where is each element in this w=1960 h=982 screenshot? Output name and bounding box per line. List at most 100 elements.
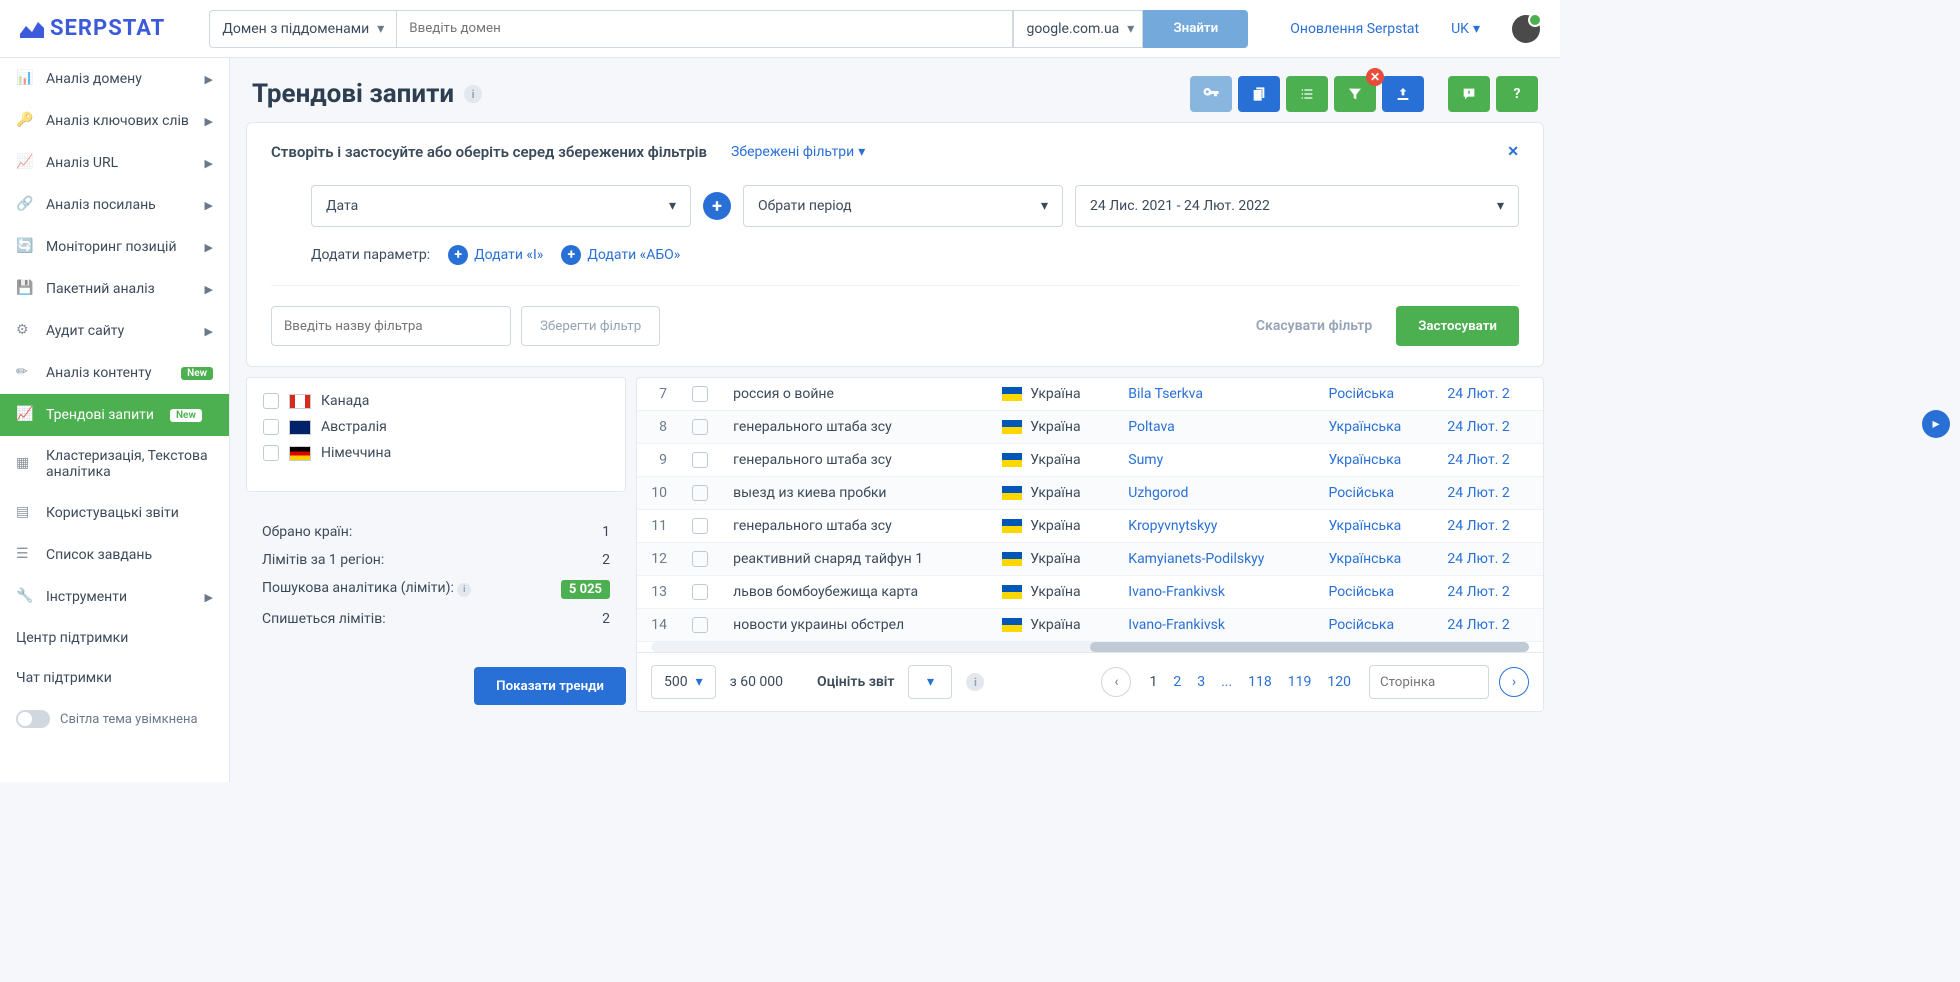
date-link[interactable]: 24 Лют. 2	[1437, 609, 1543, 642]
lang-link[interactable]: Українська	[1318, 444, 1437, 477]
city-link[interactable]: Kamyianets-Podilskyy	[1118, 543, 1318, 576]
checkbox[interactable]	[692, 386, 708, 402]
support-chat-link[interactable]: Чат підтримки	[0, 658, 229, 698]
filter-name-input[interactable]	[271, 306, 511, 346]
page-input[interactable]	[1369, 665, 1489, 699]
sidebar-item[interactable]: 🔑Аналіз ключових слів▶	[0, 100, 229, 142]
city-link[interactable]: Poltava	[1118, 411, 1318, 444]
filter-field-select[interactable]: Дата ▾	[311, 185, 691, 227]
checkbox[interactable]	[692, 419, 708, 435]
list-button[interactable]	[1286, 76, 1328, 112]
rate-select[interactable]: ▾	[908, 665, 952, 699]
lang-link[interactable]: Російська	[1318, 378, 1437, 411]
sidebar-item[interactable]: 🔄Моніторинг позицій▶	[0, 226, 229, 268]
help-button[interactable]: ?	[1496, 76, 1538, 112]
search-region-select[interactable]: google.com.ua ▾	[1013, 10, 1143, 48]
sidebar-item[interactable]: ⚙Аудит сайту▶	[0, 310, 229, 352]
info-icon[interactable]: i	[966, 673, 984, 691]
checkbox[interactable]	[263, 419, 279, 435]
copy-button[interactable]	[1238, 76, 1280, 112]
date-link[interactable]: 24 Лют. 2	[1437, 576, 1543, 609]
city-link[interactable]: Kropyvnytskyy	[1118, 510, 1318, 543]
city-link[interactable]: Uzhgorod	[1118, 477, 1318, 510]
checkbox[interactable]	[692, 617, 708, 633]
city-link[interactable]: Bila Tserkva	[1118, 378, 1318, 411]
page-number[interactable]: 2	[1165, 670, 1189, 694]
cancel-filter-button[interactable]: Скасувати фільтр	[1256, 318, 1372, 334]
theme-toggle[interactable]: Світла тема увімкнена	[0, 698, 229, 740]
lang-link[interactable]: Українська	[1318, 411, 1437, 444]
checkbox[interactable]	[692, 518, 708, 534]
horizontal-scrollbar[interactable]	[651, 642, 1529, 652]
checkbox[interactable]	[263, 393, 279, 409]
close-icon[interactable]: ✕	[1507, 144, 1519, 160]
prev-page-button[interactable]: ‹	[1101, 667, 1131, 697]
updates-link[interactable]: Оновлення Serpstat	[1290, 21, 1419, 37]
feedback-button[interactable]	[1448, 76, 1490, 112]
country-item[interactable]: Канада	[257, 388, 615, 414]
close-icon[interactable]: ✕	[1366, 68, 1384, 86]
lang-link[interactable]: Українська	[1318, 543, 1437, 576]
domain-input[interactable]	[396, 10, 1013, 48]
page-number[interactable]: 3	[1189, 670, 1213, 694]
checkbox[interactable]	[692, 452, 708, 468]
checkbox[interactable]	[692, 584, 708, 600]
country-item[interactable]: Австралія	[257, 414, 615, 440]
saved-filters-link[interactable]: Збережені фільтри ▾	[731, 144, 865, 160]
lang-link[interactable]: Російська	[1318, 576, 1437, 609]
date-link[interactable]: 24 Лют. 2	[1437, 444, 1543, 477]
checkbox[interactable]	[692, 551, 708, 567]
page-number[interactable]: 120	[1319, 670, 1359, 694]
save-filter-button[interactable]: Зберегти фільтр	[521, 306, 660, 346]
sidebar-item[interactable]: 📈Аналіз URL▶	[0, 142, 229, 184]
language-select[interactable]: UK ▾	[1451, 21, 1480, 37]
logo[interactable]: SERPSTAT	[20, 16, 165, 41]
sidebar-item[interactable]: ▦Кластеризація, Текстова аналітика	[0, 436, 229, 492]
sidebar-item[interactable]: 📊Аналіз домену▶	[0, 58, 229, 100]
page-number[interactable]: 119	[1280, 670, 1320, 694]
avatar[interactable]	[1512, 15, 1540, 43]
checkbox[interactable]	[692, 485, 708, 501]
add-or-button[interactable]: + Додати «АБО»	[561, 245, 680, 265]
date-link[interactable]: 24 Лют. 2	[1437, 378, 1543, 411]
sidebar-item[interactable]: ▤Користувацькі звіти	[0, 492, 229, 534]
support-center-link[interactable]: Центр підтримки	[0, 618, 229, 658]
city-link[interactable]: Sumy	[1118, 444, 1318, 477]
apply-filter-button[interactable]: Застосувати	[1396, 306, 1519, 346]
filter-daterange-select[interactable]: 24 Лис. 2021 - 24 Лют. 2022 ▾	[1075, 185, 1519, 227]
filter-button[interactable]: ✕	[1334, 76, 1376, 112]
sidebar-item[interactable]: 🔗Аналіз посилань▶	[0, 184, 229, 226]
date-link[interactable]: 24 Лют. 2	[1437, 411, 1543, 444]
sidebar-item[interactable]: 💾Пакетний аналіз▶	[0, 268, 229, 310]
sidebar-item[interactable]: ☰Список завдань	[0, 534, 229, 576]
date-link[interactable]: 24 Лют. 2	[1437, 510, 1543, 543]
country-item[interactable]: Німеччина	[257, 440, 615, 466]
city-link[interactable]: Ivano-Frankivsk	[1118, 609, 1318, 642]
sidebar-item[interactable]: 📈Трендові запитиNew	[0, 394, 229, 436]
export-button[interactable]	[1382, 76, 1424, 112]
checkbox[interactable]	[263, 445, 279, 461]
toggle-switch[interactable]	[16, 710, 50, 728]
info-icon[interactable]: i	[457, 583, 471, 597]
date-link[interactable]: 24 Лют. 2	[1437, 477, 1543, 510]
lang-link[interactable]: Російська	[1318, 477, 1437, 510]
show-trends-button[interactable]: Показати тренди	[474, 667, 626, 705]
sidebar-item[interactable]: 🔧Інструменти▶	[0, 576, 229, 618]
info-icon[interactable]: i	[464, 85, 482, 103]
key-button[interactable]	[1190, 76, 1232, 112]
per-page-select[interactable]: 500 ▾	[651, 665, 716, 699]
lang-link[interactable]: Українська	[1318, 510, 1437, 543]
next-page-button[interactable]: ›	[1499, 667, 1529, 697]
date-link[interactable]: 24 Лют. 2	[1437, 543, 1543, 576]
find-button[interactable]: Знайти	[1143, 10, 1248, 48]
plus-icon[interactable]: +	[703, 192, 731, 220]
page-number[interactable]: ...	[1213, 670, 1240, 694]
lang-link[interactable]: Російська	[1318, 609, 1437, 642]
domain-mode-select[interactable]: Домен з піддоменами ▾	[209, 10, 396, 48]
filter-period-select[interactable]: Обрати період ▾	[743, 185, 1063, 227]
sidebar-item[interactable]: ✏Аналіз контентуNew	[0, 352, 229, 394]
city-link[interactable]: Ivano-Frankivsk	[1118, 576, 1318, 609]
page-number[interactable]: 118	[1240, 670, 1280, 694]
add-and-button[interactable]: + Додати «І»	[448, 245, 543, 265]
expand-button[interactable]: ▸	[1922, 410, 1950, 438]
